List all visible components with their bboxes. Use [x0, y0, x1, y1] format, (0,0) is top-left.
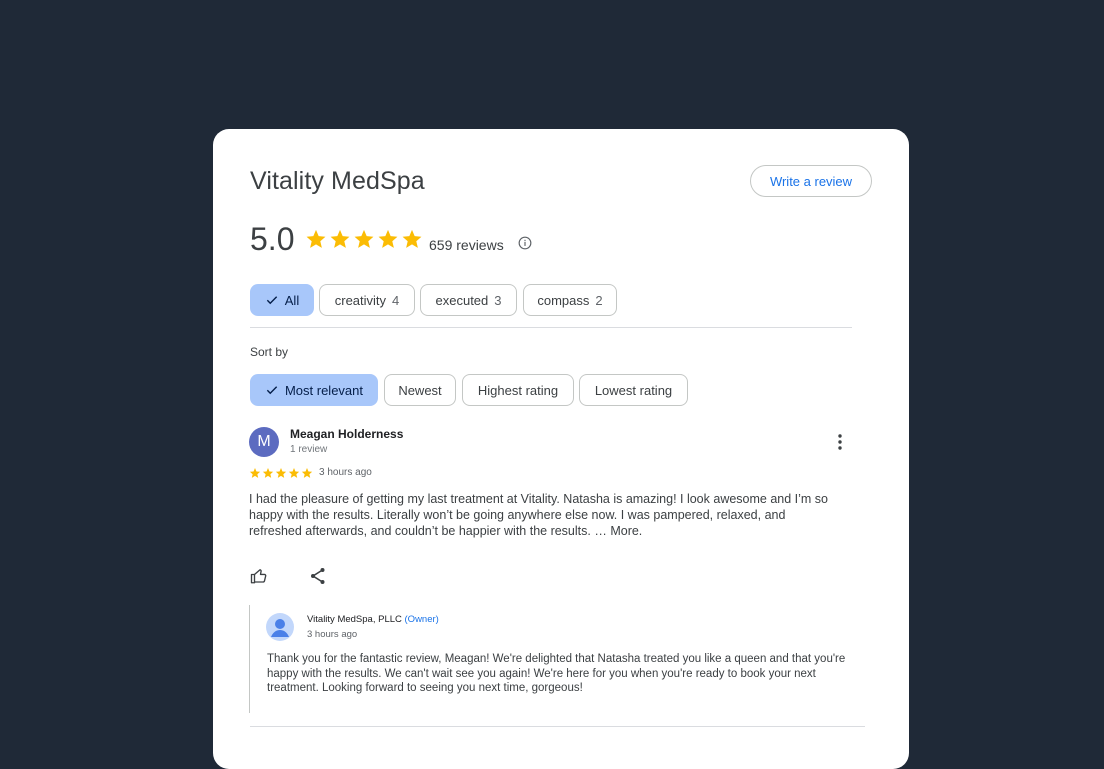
sort-chip-lowest-rating[interactable]: Lowest rating — [579, 374, 688, 406]
business-title: Vitality MedSpa — [250, 167, 425, 195]
chip-count: 3 — [494, 292, 502, 308]
star-icon — [249, 468, 261, 478]
star-icon — [402, 229, 422, 248]
review-text: I had the pleasure of getting my last tr… — [249, 491, 829, 541]
divider — [250, 726, 865, 727]
review-stars — [249, 467, 313, 479]
chip-count: 2 — [595, 292, 603, 308]
chip-label: compass — [537, 292, 590, 308]
filter-chip-creativity[interactable]: creativity 4 — [319, 284, 415, 316]
info-icon[interactable] — [518, 236, 532, 250]
star-icon — [275, 468, 287, 478]
sort-chip-highest-rating[interactable]: Highest rating — [462, 374, 574, 406]
filter-chip-all[interactable]: All — [250, 284, 314, 316]
avatar[interactable]: M — [249, 427, 279, 457]
star-icon — [306, 229, 326, 248]
chip-label: Newest — [398, 382, 442, 398]
divider — [250, 327, 852, 328]
chip-label: Most relevant — [284, 382, 364, 398]
star-icon — [354, 229, 374, 248]
owner-name: Vitality MedSpa, PLLC (Owner) — [307, 614, 439, 625]
chip-label: creativity — [334, 292, 387, 308]
check-icon — [266, 296, 277, 305]
reply-text: Thank you for the fantastic review, Meag… — [267, 653, 846, 694]
review-time: 3 hours ago — [319, 467, 372, 478]
review-count: 659 reviews — [429, 237, 504, 253]
chip-count: 4 — [392, 292, 400, 308]
reviewer-review-count[interactable]: 1 review — [290, 444, 327, 455]
share-icon[interactable] — [310, 567, 326, 585]
filter-chip-compass[interactable]: compass 2 — [523, 284, 617, 316]
thumbs-up-icon[interactable] — [250, 567, 268, 585]
star-icon — [301, 468, 313, 478]
owner-avatar-icon — [266, 613, 294, 641]
sort-chip-most-relevant[interactable]: Most relevant — [250, 374, 378, 406]
star-icon — [288, 468, 300, 478]
reply-time: 3 hours ago — [307, 629, 358, 640]
filter-chip-executed[interactable]: executed 3 — [420, 284, 517, 316]
star-icon — [330, 229, 350, 248]
average-rating: 5.0 — [250, 221, 295, 257]
rating-stars — [305, 228, 423, 250]
sort-by-label: Sort by — [250, 345, 289, 359]
chip-label: Lowest rating — [594, 382, 673, 398]
reviews-card: Vitality MedSpa Write a review 5.0 659 r… — [213, 129, 909, 769]
more-options-icon[interactable] — [833, 433, 847, 451]
star-icon — [378, 229, 398, 248]
star-icon — [262, 468, 274, 478]
reviewer-name[interactable]: Meagan Holderness — [290, 427, 403, 441]
sort-chip-newest[interactable]: Newest — [384, 374, 456, 406]
reply-indicator — [249, 605, 250, 713]
check-icon — [266, 386, 278, 395]
chip-label: executed — [435, 292, 489, 308]
chip-label: Highest rating — [477, 382, 559, 398]
write-review-button[interactable]: Write a review — [750, 165, 872, 197]
chip-label: All — [284, 292, 300, 308]
more-link[interactable]: More. — [610, 524, 642, 538]
review-body: I had the pleasure of getting my last tr… — [249, 492, 828, 538]
owner-business-name: Vitality MedSpa, PLLC — [307, 614, 402, 625]
owner-tag: (Owner) — [404, 614, 439, 625]
